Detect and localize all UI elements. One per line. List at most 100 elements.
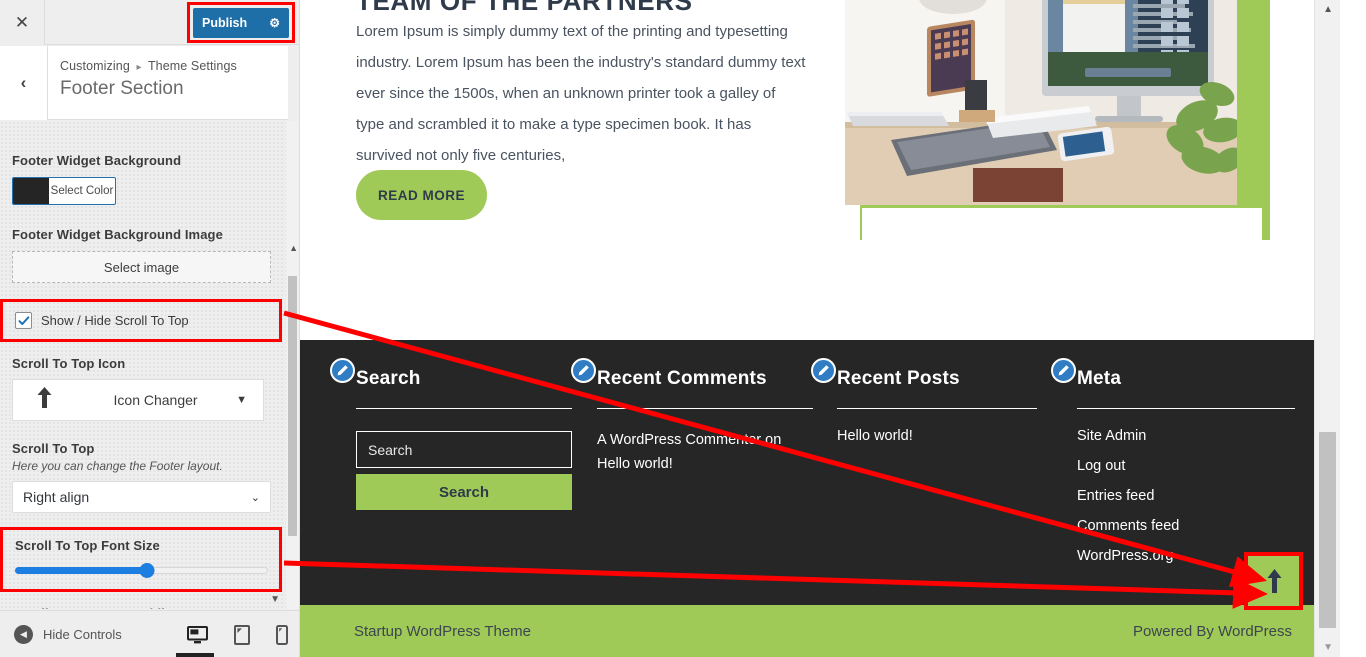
hero-image	[845, 0, 1237, 205]
chevron-down-icon: ▼	[236, 394, 247, 406]
list-item[interactable]: Entries feed	[1077, 488, 1295, 504]
alignment-select[interactable]: Right align ⌄	[12, 481, 271, 513]
footer-widget-recent-comments: Recent Comments A WordPress Commenter on…	[571, 358, 813, 476]
control-label: Scroll Top Bottom Padding	[12, 606, 276, 609]
preview-scrollbar[interactable]: ▲ ▼	[1314, 0, 1340, 657]
arrow-up-icon	[13, 386, 75, 415]
search-submit-button[interactable]: Search	[356, 474, 572, 510]
device-preview-switcher	[187, 611, 288, 657]
customizer-topbar: ✕ Publish ⚙	[0, 0, 299, 45]
close-icon[interactable]: ✕	[0, 0, 45, 45]
scroll-down-icon[interactable]: ▼	[1323, 642, 1333, 653]
panel-scroll-down-icon[interactable]: ▼	[270, 594, 280, 605]
icon-changer-label: Icon Changer	[113, 392, 198, 408]
device-active-indicator	[176, 653, 214, 657]
device-desktop-icon[interactable]	[187, 625, 208, 644]
select-image-label: Select image	[103, 259, 180, 275]
arrow-up-icon	[1267, 569, 1281, 593]
collapse-icon: ◀	[14, 624, 33, 644]
read-more-button[interactable]: READ MORE	[356, 170, 487, 220]
footer-widget-search: Search Search	[330, 358, 572, 510]
control-show-hide-scroll-to-top[interactable]: Show / Hide Scroll To Top	[3, 302, 279, 339]
icon-changer-dropdown[interactable]: Icon Changer ▼	[12, 379, 264, 421]
show-hide-scroll-highlight-box: Show / Hide Scroll To Top	[0, 299, 282, 342]
hero-paragraph: Lorem Ipsum is simply dummy text of the …	[356, 23, 806, 164]
sidebar-scrollbar-thumb[interactable]	[288, 276, 297, 536]
widget-title: Recent Comments	[597, 368, 767, 389]
widget-divider	[1077, 408, 1295, 409]
edit-pencil-icon[interactable]	[330, 358, 355, 383]
scroll-up-icon[interactable]: ▲	[1323, 4, 1333, 15]
widget-title: Recent Posts	[837, 368, 960, 389]
search-input[interactable]	[356, 431, 572, 468]
preview-scrollbar-thumb[interactable]	[1319, 432, 1336, 628]
slider-fill	[15, 567, 147, 574]
footer-right-text: Powered By WordPress	[1133, 622, 1292, 640]
page-title: Footer Section	[60, 78, 184, 99]
gear-icon[interactable]: ⚙	[269, 16, 280, 30]
back-chevron-icon[interactable]: ‹	[0, 46, 48, 120]
customizer-controls-panel: Footer Widget Background Select Color Fo…	[0, 121, 288, 609]
scroll-up-icon[interactable]: ▲	[289, 243, 298, 253]
footer-widget-meta: Meta Site Admin Log out Entries feed Com…	[1051, 358, 1295, 578]
select-image-button[interactable]: Select image	[12, 251, 271, 283]
control-footer-widget-background: Footer Widget Background Select Color	[0, 121, 288, 205]
list-item[interactable]: Site Admin	[1077, 428, 1295, 444]
breadcrumb-parent[interactable]: Theme Settings	[148, 59, 237, 73]
font-size-slider[interactable]	[15, 563, 268, 578]
hero-image-inner-panel	[862, 208, 1262, 240]
device-mobile-icon[interactable]	[276, 624, 288, 645]
list-item[interactable]: Log out	[1077, 458, 1295, 474]
hide-controls-button[interactable]: ◀ Hide Controls	[14, 624, 122, 644]
customizer-bottom-bar: ◀ Hide Controls	[0, 610, 299, 657]
recent-comment-item[interactable]: A WordPress Commenter on Hello world!	[597, 428, 812, 476]
widget-title: Meta	[1077, 368, 1122, 389]
widget-body: A WordPress Commenter on Hello world!	[597, 428, 813, 476]
slider-thumb[interactable]	[139, 563, 155, 578]
show-hide-scroll-label: Show / Hide Scroll To Top	[41, 313, 189, 328]
footer-bottom-bar: Startup WordPress Theme Powered By WordP…	[300, 605, 1340, 657]
widget-body: Site Admin Log out Entries feed Comments…	[1077, 428, 1295, 564]
sidebar-scrollbar[interactable]: ▲	[286, 121, 299, 609]
publish-highlight-box: Publish ⚙	[187, 2, 295, 43]
widget-divider	[837, 408, 1037, 409]
widget-title: Search	[356, 368, 421, 389]
edit-pencil-icon[interactable]	[811, 358, 836, 383]
publish-button-label: Publish	[202, 15, 248, 30]
edit-pencil-icon[interactable]	[1051, 358, 1076, 383]
control-scroll-to-top-alignment: Scroll To Top Here you can change the Fo…	[0, 421, 288, 513]
breadcrumb-separator-icon: ▸	[136, 62, 142, 73]
control-label: Scroll To Top Icon	[12, 356, 126, 371]
control-scroll-to-top-icon: Scroll To Top Icon Icon Changer ▼	[0, 342, 288, 421]
control-label: Scroll To Top	[12, 441, 95, 456]
control-label: Footer Widget Background Image	[12, 227, 223, 242]
publish-button[interactable]: Publish ⚙	[193, 7, 289, 38]
hide-controls-label: Hide Controls	[43, 626, 122, 642]
select-color-button[interactable]: Select Color	[12, 177, 116, 205]
footer-widget-recent-posts: Recent Posts Hello world!	[811, 358, 1037, 458]
breadcrumb-root[interactable]: Customizing	[60, 59, 130, 73]
font-size-highlight-box: Scroll To Top Font Size	[0, 527, 282, 592]
hero-heading: TEAM OF THE PARTNERS	[356, 0, 693, 16]
scroll-to-top-button[interactable]	[1248, 553, 1300, 609]
list-item[interactable]: Hello world!	[837, 428, 1037, 444]
footer-widget-area: Search Search Recent Comments	[300, 340, 1340, 605]
control-label: Footer Widget Background	[12, 153, 182, 168]
control-footer-widget-background-image: Footer Widget Background Image Select im…	[0, 205, 288, 283]
customizer-sidebar: ✕ Publish ⚙ ‹ Customizing ▸ Theme Settin…	[0, 0, 300, 657]
edit-pencil-icon[interactable]	[571, 358, 596, 383]
widget-body: Hello world!	[837, 428, 1037, 444]
alignment-select-value: Right align	[23, 489, 90, 505]
show-hide-scroll-checkbox[interactable]	[15, 312, 32, 329]
footer-left-text: Startup WordPress Theme	[354, 622, 532, 640]
control-description: Here you can change the Footer layout.	[12, 459, 223, 473]
control-scroll-top-bottom-padding: Scroll Top Bottom Padding	[0, 592, 288, 609]
chevron-down-icon: ⌄	[250, 491, 260, 504]
breadcrumb: Customizing ▸ Theme Settings	[60, 59, 237, 73]
font-size-label: Scroll To Top Font Size	[15, 538, 160, 553]
device-tablet-icon[interactable]	[234, 624, 250, 645]
list-item[interactable]: Comments feed	[1077, 518, 1295, 534]
theme-preview-frame: TEAM OF THE PARTNERS Lorem Ipsum is simp…	[300, 0, 1340, 657]
widget-divider	[356, 408, 572, 409]
select-color-label: Select Color	[50, 185, 114, 197]
